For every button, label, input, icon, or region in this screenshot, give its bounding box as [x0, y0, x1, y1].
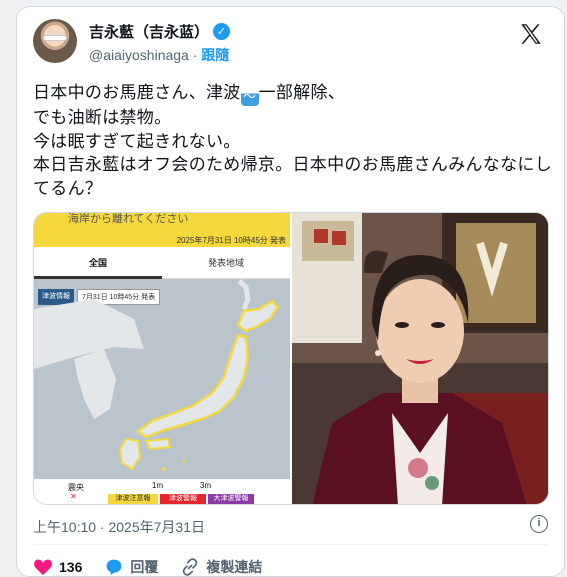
x-logo-icon[interactable]	[518, 21, 544, 47]
verified-badge-icon: ✓	[213, 23, 231, 40]
selfie-photo-image[interactable]	[292, 213, 548, 504]
map-date-text: 2025年7月31日 10時45分 発表	[176, 236, 286, 245]
heart-icon	[34, 559, 52, 576]
legend-advisory: 津波注意報	[108, 494, 158, 504]
reply-button[interactable]: 回覆	[104, 557, 159, 576]
legend-1m: 1m	[152, 481, 164, 490]
legend-major: 大津波警報	[208, 494, 254, 504]
link-icon	[183, 558, 198, 576]
map-tab-all: 全国	[34, 247, 162, 279]
author-name-row[interactable]: 吉永藍（吉永蓝） ✓	[89, 21, 231, 42]
wave-emoji-icon: 〜	[240, 88, 259, 106]
tweet-timestamp[interactable]: 上午10:10 · 2025年7月31日	[33, 517, 205, 537]
sunglasses-shape	[43, 35, 67, 41]
separator-dot: ·	[192, 47, 198, 63]
divider	[33, 544, 548, 545]
avatar[interactable]	[33, 19, 77, 63]
map-warning-banner: 海岸から離れてください 2025年7月31日 10時45分 発表	[34, 213, 290, 247]
map-tabs: 全国 発表地域	[34, 247, 290, 279]
legend-warning: 津波警報	[160, 494, 206, 504]
epicenter-x-icon: ✕	[70, 492, 77, 501]
handle-row: @aiaiyoshinaga · 跟隨	[89, 45, 230, 65]
copy-link-label: 複製連結	[206, 559, 263, 575]
media-grid: 海岸から離れてください 2025年7月31日 10時45分 発表 全国 発表地域…	[33, 212, 549, 505]
reply-label: 回覆	[130, 559, 159, 575]
japan-outline-icon	[34, 279, 280, 471]
author-handle[interactable]: @aiaiyoshinaga	[89, 47, 189, 63]
legend-3m: 3m	[200, 481, 212, 490]
like-button[interactable]: 136	[33, 558, 82, 576]
tweet-card: 吉永藍（吉永蓝） ✓ @aiaiyoshinaga · 跟隨 日本中のお馬鹿さん…	[16, 6, 565, 577]
map-warning-text: 海岸から離れてください	[68, 213, 189, 225]
tweet-text: 日本中のお馬鹿さん、津波〜一部解除、 でも油断は禁物。 今は眠すぎて起きれない。…	[33, 81, 553, 200]
map-tab-region: 発表地域	[207, 258, 244, 268]
info-icon[interactable]: i	[530, 515, 548, 533]
tweet-rest: でも油断は禁物。 今は眠すぎて起きれない。 本日吉永藍はオフ会のため帰京。日本中…	[33, 108, 552, 198]
tweet-line1-after: 一部解除、	[258, 83, 346, 102]
action-bar: 136 回覆 複製連結	[33, 556, 263, 576]
author-info: 吉永藍（吉永蓝） ✓ @aiaiyoshinaga · 跟隨	[89, 21, 231, 65]
tsunami-map-image[interactable]: 海岸から離れてください 2025年7月31日 10時45分 発表 全国 発表地域…	[34, 213, 290, 504]
tweet-header: 吉永藍（吉永蓝） ✓ @aiaiyoshinaga · 跟隨	[33, 19, 548, 71]
display-name[interactable]: 吉永藍（吉永蓝）	[89, 21, 209, 42]
portrait-illustration	[292, 213, 548, 504]
like-count: 136	[59, 559, 83, 575]
map-legend: 震央 ✕ 1m 3m 津波注意報 津波警報 大津波警報	[34, 479, 290, 504]
reply-bubble-icon	[106, 559, 122, 576]
tweet-line1-before: 日本中のお馬鹿さん、津波	[33, 83, 241, 102]
japan-map: 津波情報 7月31日 10時45分 発表	[34, 279, 290, 479]
copy-link-button[interactable]: 複製連結	[180, 557, 263, 576]
follow-button[interactable]: 跟隨	[201, 47, 229, 63]
